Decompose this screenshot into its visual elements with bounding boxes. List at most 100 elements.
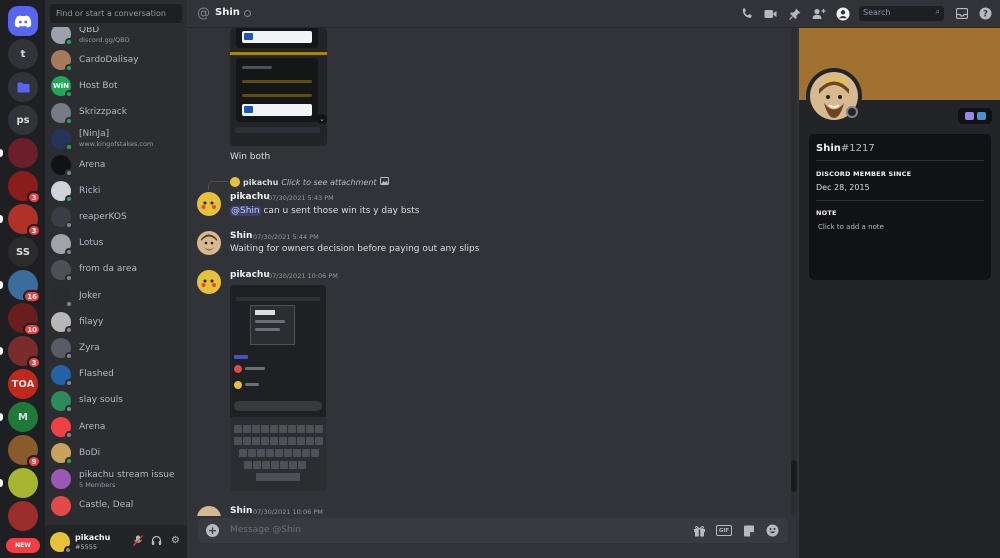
reply-reference[interactable]: pikachu Click to see attachment (230, 177, 389, 187)
dm-list-item[interactable]: CardoDalisay (51, 48, 185, 73)
unread-indicator (0, 215, 3, 223)
server-icon[interactable]: SS (8, 237, 38, 267)
server-icon[interactable]: ps (8, 105, 38, 135)
nitro-badge-icon[interactable] (976, 112, 986, 120)
dm-name: CardoDalisay (79, 54, 139, 65)
status-indicator-icon (65, 431, 73, 439)
header-search-input[interactable]: Search ⌕ (859, 6, 944, 21)
keyboard-key (280, 461, 288, 469)
dm-search-input[interactable]: Find or start a conversation (50, 4, 182, 23)
server-icon[interactable]: M (8, 402, 38, 432)
status-indicator-icon (65, 64, 73, 73)
profile-username: Shin#1217 (816, 143, 875, 154)
user-profile-toggle-icon[interactable] (835, 6, 850, 21)
keyboard-key (293, 449, 301, 457)
keyboard-key (271, 461, 279, 469)
dm-avatar (51, 259, 73, 282)
dm-list-item[interactable]: Ricki (51, 179, 185, 204)
dm-list-item[interactable]: pikachu stream issue 5 Members (51, 467, 185, 491)
dm-list: QBD discord.gg/QBD CardoDalisay WiN Host Bot… (45, 27, 187, 525)
server-icon[interactable]: 3 (8, 171, 41, 204)
message-author[interactable]: pikachu (230, 192, 270, 202)
dm-list-item[interactable]: Skrizzpack (51, 101, 185, 125)
image-attachment[interactable] (230, 285, 326, 491)
dm-list-item[interactable]: filayy (51, 310, 185, 335)
inbox-icon[interactable] (955, 6, 969, 20)
add-friends-to-dm-icon[interactable] (811, 6, 826, 21)
user-mention[interactable]: @Shin (230, 206, 261, 216)
profile-card: Shin#1217 DISCORD MEMBER SINCE Dec 28, 2… (809, 134, 991, 280)
dm-avatar (51, 469, 71, 490)
voice-call-icon[interactable] (739, 6, 754, 21)
dm-list-item[interactable]: Lotus (51, 232, 185, 256)
keyboard-key (257, 449, 265, 457)
gift-icon[interactable] (692, 523, 707, 538)
attachment-mention (234, 355, 248, 359)
message-author[interactable]: Shin (230, 231, 252, 241)
dm-list-item[interactable]: Joker (51, 284, 185, 308)
server-icon[interactable]: 16 (8, 270, 41, 303)
dm-list-item[interactable]: Zyra (51, 336, 185, 361)
dm-list-item[interactable]: reaperKOS (51, 205, 185, 230)
message-timestamp: 07/30/2021 10:06 PM (253, 508, 323, 516)
hypesquad-badge-icon[interactable] (964, 112, 974, 120)
pinned-messages-icon[interactable] (787, 6, 802, 21)
user-avatar[interactable] (50, 531, 72, 554)
dm-list-item[interactable]: [NinJa] www.kingofstakes.com (51, 127, 185, 151)
server-icon[interactable]: 10 (8, 303, 41, 336)
server-icon[interactable] (8, 468, 38, 498)
author-avatar[interactable] (197, 506, 221, 516)
settings-gear-icon[interactable]: ⚙ (170, 535, 181, 546)
image-attachment[interactable]: ⌄ (230, 28, 327, 146)
attachment-odds-chip (244, 33, 253, 40)
server-icon[interactable] (8, 138, 38, 168)
emoji-icon[interactable] (765, 523, 780, 538)
mention-count-badge: 10 (23, 323, 41, 336)
server-icon[interactable]: 9 (8, 435, 41, 468)
dm-list-item[interactable]: BoDi (51, 441, 185, 466)
unread-indicator (0, 413, 3, 421)
server-icon[interactable] (8, 72, 38, 102)
dm-list-item[interactable]: Castle, Deal (51, 494, 185, 518)
message-input[interactable]: Message @Shin (230, 525, 301, 535)
dm-list-item[interactable]: Flashed (51, 363, 185, 387)
add-attachment-icon[interactable]: + (206, 524, 219, 537)
keyboard-key (279, 437, 287, 445)
message-author[interactable]: Shin (230, 506, 252, 516)
mute-microphone-icon[interactable] (132, 535, 143, 546)
member-since-date: Dec 28, 2015 (816, 183, 870, 192)
author-avatar[interactable] (197, 231, 221, 255)
video-call-icon[interactable] (763, 6, 778, 21)
gif-picker-button[interactable]: GIF (716, 525, 732, 536)
author-avatar[interactable] (197, 270, 221, 294)
dm-list-item[interactable]: QBD discord.gg/QBD (51, 27, 185, 46)
message-composer[interactable]: + Message @Shin GIF (198, 518, 788, 543)
note-input[interactable]: Click to add a note (818, 223, 884, 231)
dm-list-item[interactable]: Arena (51, 415, 185, 439)
server-icon[interactable]: 3 (8, 336, 41, 369)
keyboard-key (297, 425, 305, 433)
author-avatar[interactable] (197, 192, 221, 216)
help-icon[interactable]: ? (978, 6, 992, 20)
dm-list-item[interactable]: Arena (51, 153, 185, 177)
message-timestamp: 07/30/2021 10:06 PM (268, 272, 338, 280)
home-button[interactable] (8, 6, 38, 36)
dm-list-item[interactable]: from da area (51, 258, 185, 282)
new-unreads-button[interactable]: NEW (6, 538, 40, 553)
headphones-icon[interactable] (151, 535, 162, 546)
sticker-icon[interactable] (741, 523, 756, 538)
server-icon[interactable]: 3 (8, 204, 41, 237)
message-author[interactable]: pikachu (230, 270, 270, 280)
status-indicator-icon (65, 326, 73, 335)
scrollbar-thumb[interactable] (791, 460, 797, 492)
server-icon[interactable] (8, 501, 38, 531)
dm-avatar (51, 495, 71, 516)
chevron-down-icon[interactable]: ⌄ (317, 114, 327, 124)
dm-subtext: discord.gg/QBD (79, 35, 130, 44)
attachment-text-line (242, 66, 272, 69)
dm-list-item[interactable]: slay souls (51, 389, 185, 413)
server-icon[interactable]: TOA (8, 369, 38, 399)
server-icon[interactable]: t (8, 39, 38, 69)
scrollbar-track[interactable] (791, 28, 797, 516)
dm-list-item[interactable]: WiN Host Bot (51, 74, 185, 99)
